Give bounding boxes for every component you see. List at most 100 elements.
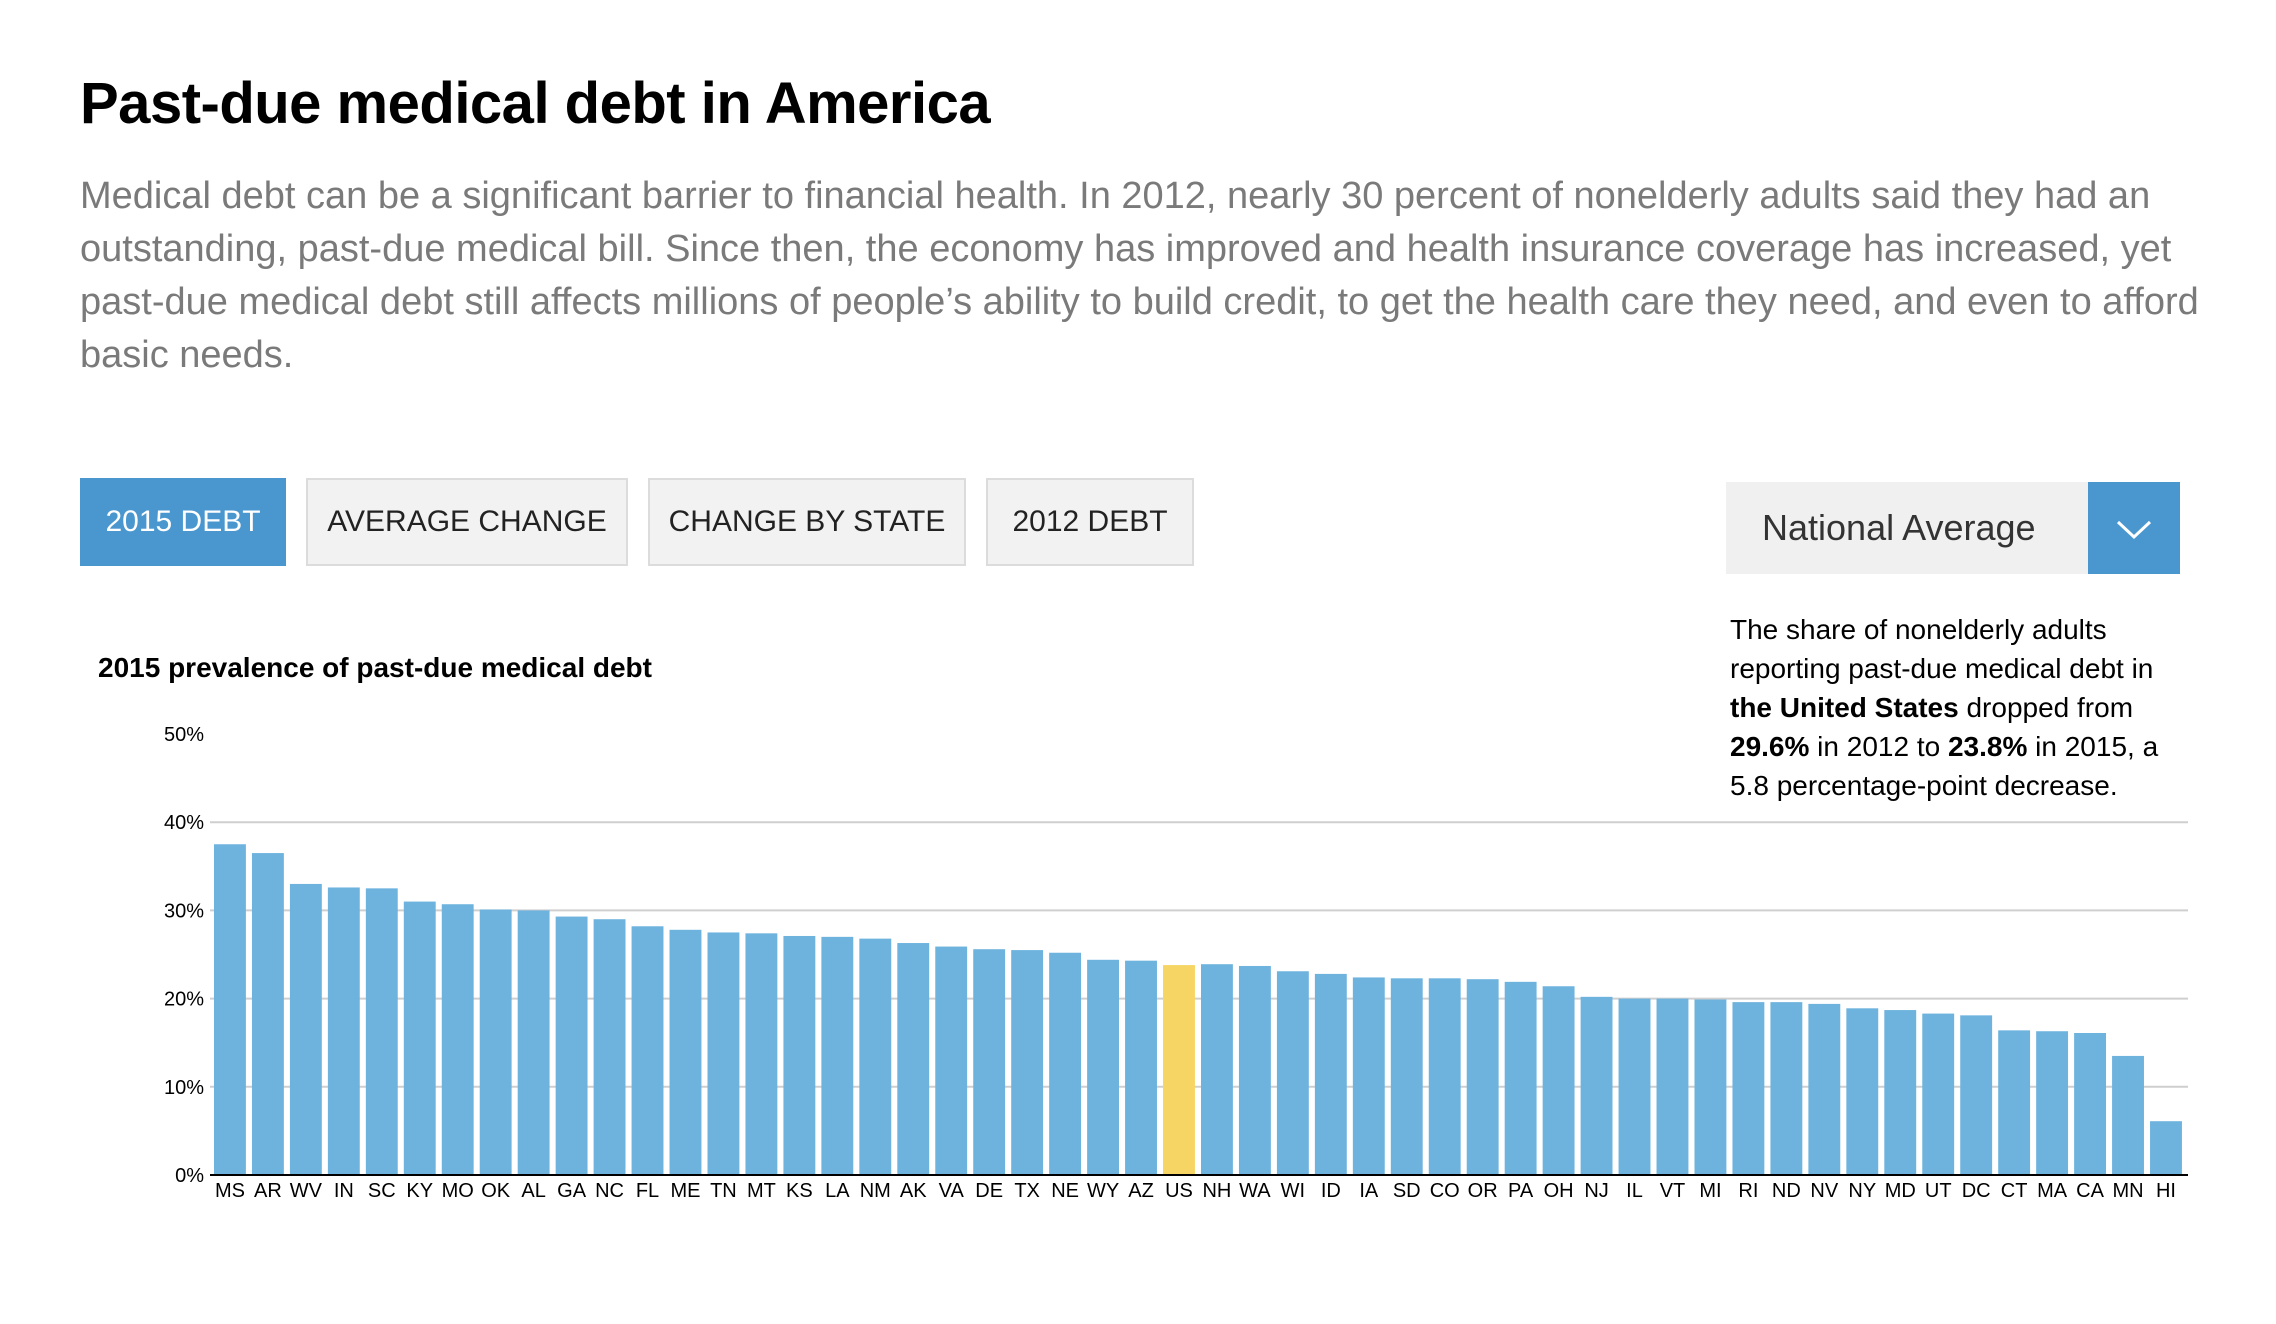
bar-co (1428, 978, 1461, 1175)
x-tick-label: OK (481, 1180, 511, 1202)
x-tick-label: DE (975, 1180, 1003, 1202)
x-tick-label: DC (1962, 1180, 1991, 1202)
bar-ny (1846, 1008, 1879, 1175)
bar-tx (1011, 950, 1044, 1175)
bar-oh (1542, 986, 1575, 1175)
x-tick-label: CT (2001, 1180, 2028, 1202)
bar-ri (1732, 1002, 1765, 1175)
x-tick-label: TN (710, 1180, 737, 1202)
x-tick-label: RI (1738, 1180, 1758, 1202)
tab-2015-debt[interactable]: 2015 DEBT (80, 478, 286, 566)
x-tick-label: WA (1239, 1180, 1271, 1202)
x-tick-label: AZ (1128, 1180, 1154, 1202)
bar-ga (555, 916, 588, 1175)
x-tick-label: NM (860, 1180, 891, 1202)
x-tick-label: OH (1544, 1180, 1574, 1202)
bar-id (1314, 973, 1347, 1175)
x-tick-label: AL (521, 1180, 545, 1202)
bar-or (1466, 979, 1499, 1175)
bar-az (1125, 960, 1157, 1175)
x-tick-label: LA (825, 1180, 850, 1202)
x-tick-label: VA (939, 1180, 965, 1202)
bar-wv (289, 883, 322, 1175)
x-tick-label: NV (1810, 1180, 1838, 1202)
bar-mn (2112, 1055, 2144, 1175)
bar-ca (2074, 1032, 2107, 1175)
x-tick-label: VT (1660, 1180, 1686, 1202)
tab-average-change[interactable]: AVERAGE CHANGE (306, 478, 628, 566)
bar-ut (1922, 1013, 1955, 1175)
x-tick-label: NC (595, 1180, 624, 1202)
bar-sc (365, 888, 398, 1175)
bar-pa (1504, 981, 1537, 1175)
x-tick-label: FL (636, 1180, 659, 1202)
x-tick-label: NH (1202, 1180, 1231, 1202)
state-selector[interactable]: National Average (1726, 482, 2180, 574)
bar-mi (1694, 999, 1727, 1175)
bar-al (517, 910, 550, 1175)
bar-vt (1656, 998, 1689, 1175)
x-tick-label: MO (442, 1180, 474, 1202)
bar-ks (783, 935, 816, 1175)
x-tick-label: KY (406, 1180, 433, 1202)
x-tick-label: MI (1699, 1180, 1721, 1202)
bar-ma (2036, 1031, 2069, 1175)
x-tick-label: PA (1508, 1180, 1534, 1202)
bar-nv (1808, 1003, 1841, 1175)
bar-us (1163, 965, 1195, 1175)
y-tick-label: 40% (164, 812, 204, 834)
bar-wa (1238, 965, 1271, 1175)
bar-wi (1276, 971, 1309, 1175)
tab-change-by-state[interactable]: CHANGE BY STATE (648, 478, 966, 566)
bar-md (1884, 1010, 1917, 1175)
x-tick-label: GA (557, 1180, 587, 1202)
bar-tn (707, 932, 740, 1175)
x-tick-label: MT (747, 1180, 776, 1202)
x-tick-label: OR (1468, 1180, 1498, 1202)
bar-ms (214, 844, 246, 1175)
x-tick-label: TX (1014, 1180, 1040, 1202)
x-tick-label: CA (2076, 1180, 2104, 1202)
x-tick-label: SC (368, 1180, 396, 1202)
bar-ak (897, 943, 930, 1175)
bar-ia (1352, 977, 1385, 1175)
tab-2012-debt[interactable]: 2012 DEBT (986, 478, 1194, 566)
bar-nc (593, 919, 626, 1175)
bar-la (821, 936, 854, 1175)
x-tick-label: IN (334, 1180, 354, 1202)
x-tick-label: WY (1087, 1180, 1119, 1202)
bar-mo (441, 904, 474, 1175)
y-tick-label: 50% (164, 724, 204, 746)
bar-mt (745, 933, 778, 1175)
y-tick-label: 30% (164, 900, 204, 922)
bar-nd (1770, 1002, 1803, 1175)
bar-nm (859, 938, 892, 1175)
x-tick-label: NE (1051, 1180, 1079, 1202)
x-tick-label: WV (290, 1180, 323, 1202)
y-tick-label: 20% (164, 989, 204, 1011)
bar-ky (403, 901, 436, 1175)
x-tick-label: NJ (1584, 1180, 1608, 1202)
page-title: Past-due medical debt in America (80, 71, 991, 136)
bar-va (935, 946, 968, 1175)
bar-in (327, 887, 360, 1175)
chevron-down-icon (2116, 520, 2152, 540)
x-tick-label: MN (2112, 1180, 2143, 1202)
bar-ar (251, 853, 284, 1175)
state-selector-button[interactable] (2088, 482, 2180, 574)
bar-ct (1998, 1030, 2031, 1175)
x-tick-label: NY (1848, 1180, 1876, 1202)
x-tick-label: IL (1626, 1180, 1643, 1202)
x-tick-label: MD (1885, 1180, 1916, 1202)
x-tick-label: HI (2156, 1180, 2176, 1202)
x-tick-label: MA (2037, 1180, 2068, 1202)
bar-dc (1960, 1015, 1993, 1175)
x-tick-label: US (1165, 1180, 1193, 1202)
x-tick-label: IA (1359, 1180, 1379, 1202)
x-tick-label: ND (1772, 1180, 1801, 1202)
y-tick-label: 10% (164, 1077, 204, 1099)
x-tick-label: KS (786, 1180, 813, 1202)
x-tick-label: AK (900, 1180, 927, 1202)
bar-wy (1087, 959, 1120, 1175)
intro-paragraph: Medical debt can be a significant barrie… (80, 175, 2199, 376)
